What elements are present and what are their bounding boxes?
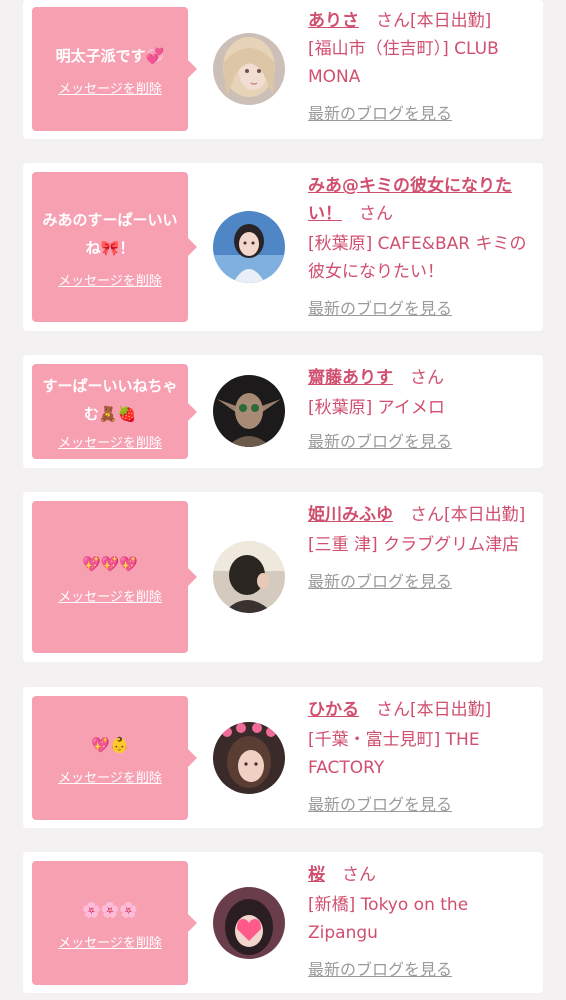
- girl-info: 齋藤ありす さん [秋葉原] アイメロ 最新のブログを見る: [308, 364, 538, 456]
- honorific-status: さん: [342, 204, 393, 224]
- latest-blog-link[interactable]: 最新のブログを見る: [308, 100, 452, 128]
- avatar[interactable]: [213, 33, 285, 105]
- message-bubble: 明太子派です💞 メッセージを削除: [32, 7, 197, 131]
- shop-line: [秋葉原] CAFE&BAR キミの彼女になりたい！: [308, 234, 527, 282]
- delete-message-link[interactable]: メッセージを削除: [58, 932, 162, 951]
- message-card: 明太子派です💞 メッセージを削除 ありさ さん[本日出勤] [福山市（住吉町）]…: [23, 0, 543, 139]
- girl-info: 姫川みふゆ さん[本日出勤] [三重 津] クラブグリム津店 最新のブログを見る: [308, 501, 538, 596]
- latest-blog-link[interactable]: 最新のブログを見る: [308, 956, 452, 984]
- girl-info: ありさ さん[本日出勤] [福山市（住吉町）] CLUB MONA 最新のブログ…: [308, 7, 538, 128]
- shop-line: [新橋] Tokyo on the Zipangu: [308, 895, 469, 943]
- delete-message-link[interactable]: メッセージを削除: [58, 432, 162, 451]
- message-text: 💖👶: [91, 735, 129, 754]
- name-line: ひかる さん[本日出勤]: [308, 696, 538, 724]
- delete-message-link[interactable]: メッセージを削除: [58, 78, 162, 97]
- avatar[interactable]: [213, 541, 285, 613]
- girl-info: 桜 さん [新橋] Tokyo on the Zipangu 最新のブログを見る: [308, 861, 538, 984]
- message-text: 🌸🌸🌸: [81, 900, 139, 919]
- delete-message-link[interactable]: メッセージを削除: [58, 767, 162, 786]
- girl-info: ひかる さん[本日出勤] [千葉・富士見町] THE FACTORY 最新のブロ…: [308, 696, 538, 819]
- name-line: 齋藤ありす さん: [308, 364, 538, 392]
- message-text: 明太子派です💞: [55, 46, 165, 65]
- honorific-status: さん[本日出勤]: [393, 505, 526, 525]
- latest-blog-link[interactable]: 最新のブログを見る: [308, 428, 452, 456]
- message-card: すーぱーいいねちゃむ🧸🍓 メッセージを削除 齋藤ありす さん [秋葉原] アイメ…: [23, 355, 543, 468]
- delete-message-link[interactable]: メッセージを削除: [58, 270, 162, 289]
- message-bubble: みあのすーぱーいいね🎀！ メッセージを削除: [32, 172, 197, 322]
- shop-line: [秋葉原] アイメロ: [308, 398, 445, 418]
- message-card: みあのすーぱーいいね🎀！ メッセージを削除 みあ@キミの彼女になりたい！ さん …: [23, 163, 543, 331]
- girl-blue-background-avatar-icon: [213, 211, 285, 283]
- girl-heart-mask-avatar-icon: [213, 887, 285, 959]
- name-line: みあ@キミの彼女になりたい！ さん: [308, 172, 538, 228]
- delete-message-link[interactable]: メッセージを削除: [58, 586, 162, 605]
- message-text: 💖💖💖: [81, 554, 139, 573]
- girl-name-link[interactable]: 齋藤ありす: [308, 368, 393, 388]
- message-bubble: 🌸🌸🌸 メッセージを削除: [32, 861, 197, 985]
- blonde-girl-avatar-icon: [213, 33, 285, 105]
- message-card: 🌸🌸🌸 メッセージを削除 桜 さん [新橋] Tokyo on the Zipa…: [23, 852, 543, 993]
- name-line: 姫川みふゆ さん[本日出勤]: [308, 501, 538, 529]
- avatar[interactable]: [213, 722, 285, 794]
- avatar[interactable]: [213, 887, 285, 959]
- avatar[interactable]: [213, 375, 285, 447]
- girl-name-link[interactable]: ひかる: [308, 700, 359, 720]
- latest-blog-link[interactable]: 最新のブログを見る: [308, 568, 452, 596]
- shop-line: [福山市（住吉町）] CLUB MONA: [308, 39, 499, 87]
- honorific-status: さん[本日出勤]: [359, 700, 492, 720]
- shop-line: [千葉・富士見町] THE FACTORY: [308, 730, 480, 778]
- girl-name-link[interactable]: みあ@キミの彼女になりたい！: [308, 176, 512, 224]
- honorific-status: さん[本日出勤]: [359, 11, 492, 31]
- honorific-status: さん: [393, 368, 444, 388]
- latest-blog-link[interactable]: 最新のブログを見る: [308, 295, 452, 323]
- avatar[interactable]: [213, 211, 285, 283]
- message-bubble: 💖👶 メッセージを削除: [32, 696, 197, 820]
- girl-info: みあ@キミの彼女になりたい！ さん [秋葉原] CAFE&BAR キミの彼女にな…: [308, 172, 538, 323]
- message-bubble: すーぱーいいねちゃむ🧸🍓 メッセージを削除: [32, 364, 197, 459]
- name-line: 桜 さん: [308, 861, 538, 889]
- elf-figure-avatar-icon: [213, 375, 285, 447]
- message-card: 💖👶 メッセージを削除 ひかる さん[本日出勤] [千葉・富士見町] THE F…: [23, 687, 543, 828]
- name-line: ありさ さん[本日出勤]: [308, 7, 538, 35]
- girl-heart-crown-avatar-icon: [213, 722, 285, 794]
- girl-name-link[interactable]: 姫川みふゆ: [308, 505, 393, 525]
- honorific-status: さん: [325, 865, 376, 885]
- message-text: みあのすーぱーいいね🎀！: [42, 210, 178, 257]
- message-text: すーぱーいいねちゃむ🧸🍓: [42, 377, 178, 423]
- message-card: 💖💖💖 メッセージを削除 姫川みふゆ さん[本日出勤] [三重 津] クラブグリ…: [23, 492, 543, 662]
- message-bubble: 💖💖💖 メッセージを削除: [32, 501, 197, 653]
- girl-name-link[interactable]: ありさ: [308, 11, 359, 31]
- girl-name-link[interactable]: 桜: [308, 865, 325, 885]
- dark-hair-back-avatar-icon: [213, 541, 285, 613]
- latest-blog-link[interactable]: 最新のブログを見る: [308, 791, 452, 819]
- shop-line: [三重 津] クラブグリム津店: [308, 535, 520, 555]
